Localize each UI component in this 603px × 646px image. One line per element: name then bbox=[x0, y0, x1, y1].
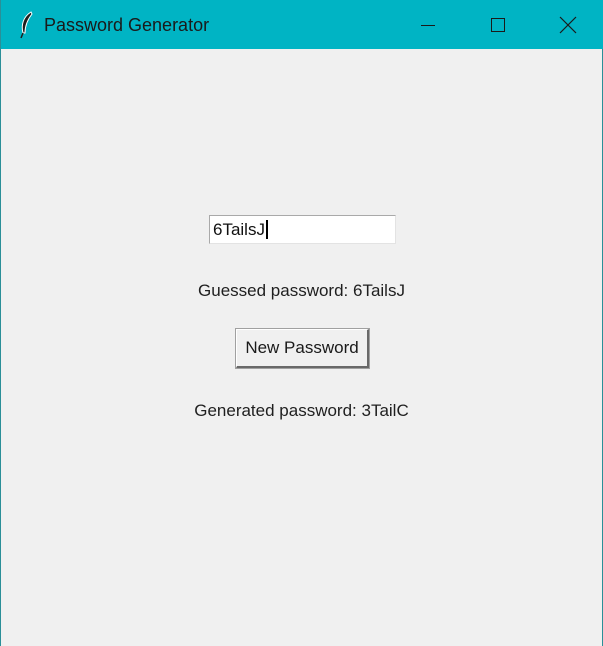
minimize-button[interactable] bbox=[393, 0, 463, 49]
close-button[interactable] bbox=[533, 0, 603, 49]
app-window: Password Generator 6TailsJ Guessed passw… bbox=[0, 0, 603, 646]
window-title: Password Generator bbox=[44, 15, 210, 35]
text-cursor bbox=[265, 220, 268, 239]
feather-icon bbox=[17, 11, 37, 39]
password-entry-value: 6TailsJ bbox=[213, 219, 265, 239]
maximize-icon bbox=[491, 17, 505, 32]
minimize-icon bbox=[421, 24, 435, 26]
password-entry[interactable]: 6TailsJ bbox=[209, 215, 396, 244]
guessed-password-label: Guessed password: 6TailsJ bbox=[198, 281, 405, 300]
client-area: 6TailsJ Guessed password: 6TailsJ New Pa… bbox=[1, 49, 602, 646]
title-bar[interactable]: Password Generator bbox=[1, 0, 603, 49]
close-icon bbox=[559, 16, 577, 33]
maximize-button[interactable] bbox=[463, 0, 533, 49]
new-password-button[interactable]: New Password bbox=[235, 328, 370, 369]
generated-password-label: Generated password: 3TailC bbox=[194, 401, 409, 420]
